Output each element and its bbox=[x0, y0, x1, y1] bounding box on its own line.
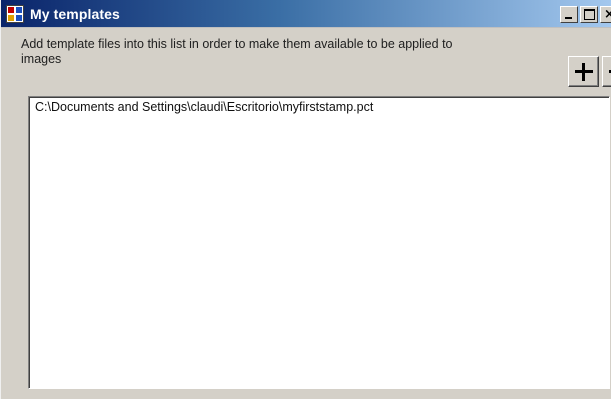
plus-icon bbox=[574, 62, 594, 82]
minimize-button[interactable] bbox=[560, 6, 578, 23]
add-template-button[interactable] bbox=[568, 56, 599, 87]
app-icon[interactable] bbox=[6, 4, 24, 23]
my-templates-window: My templates × Add template files into t… bbox=[0, 0, 611, 399]
close-button[interactable]: × bbox=[600, 6, 611, 23]
minus-icon bbox=[608, 62, 611, 82]
remove-template-button[interactable] bbox=[602, 56, 611, 87]
description-text: Add template files into this list in ord… bbox=[21, 37, 453, 66]
template-list[interactable]: C:\Documents and Settings\claudi\Escrito… bbox=[28, 96, 610, 389]
window-controls: × bbox=[558, 6, 611, 23]
close-icon: × bbox=[604, 7, 611, 22]
window-title: My templates bbox=[30, 5, 120, 22]
title-bar[interactable]: My templates × bbox=[1, 0, 611, 28]
list-item[interactable]: C:\Documents and Settings\claudi\Escrito… bbox=[29, 97, 609, 115]
maximize-button[interactable] bbox=[580, 6, 598, 23]
